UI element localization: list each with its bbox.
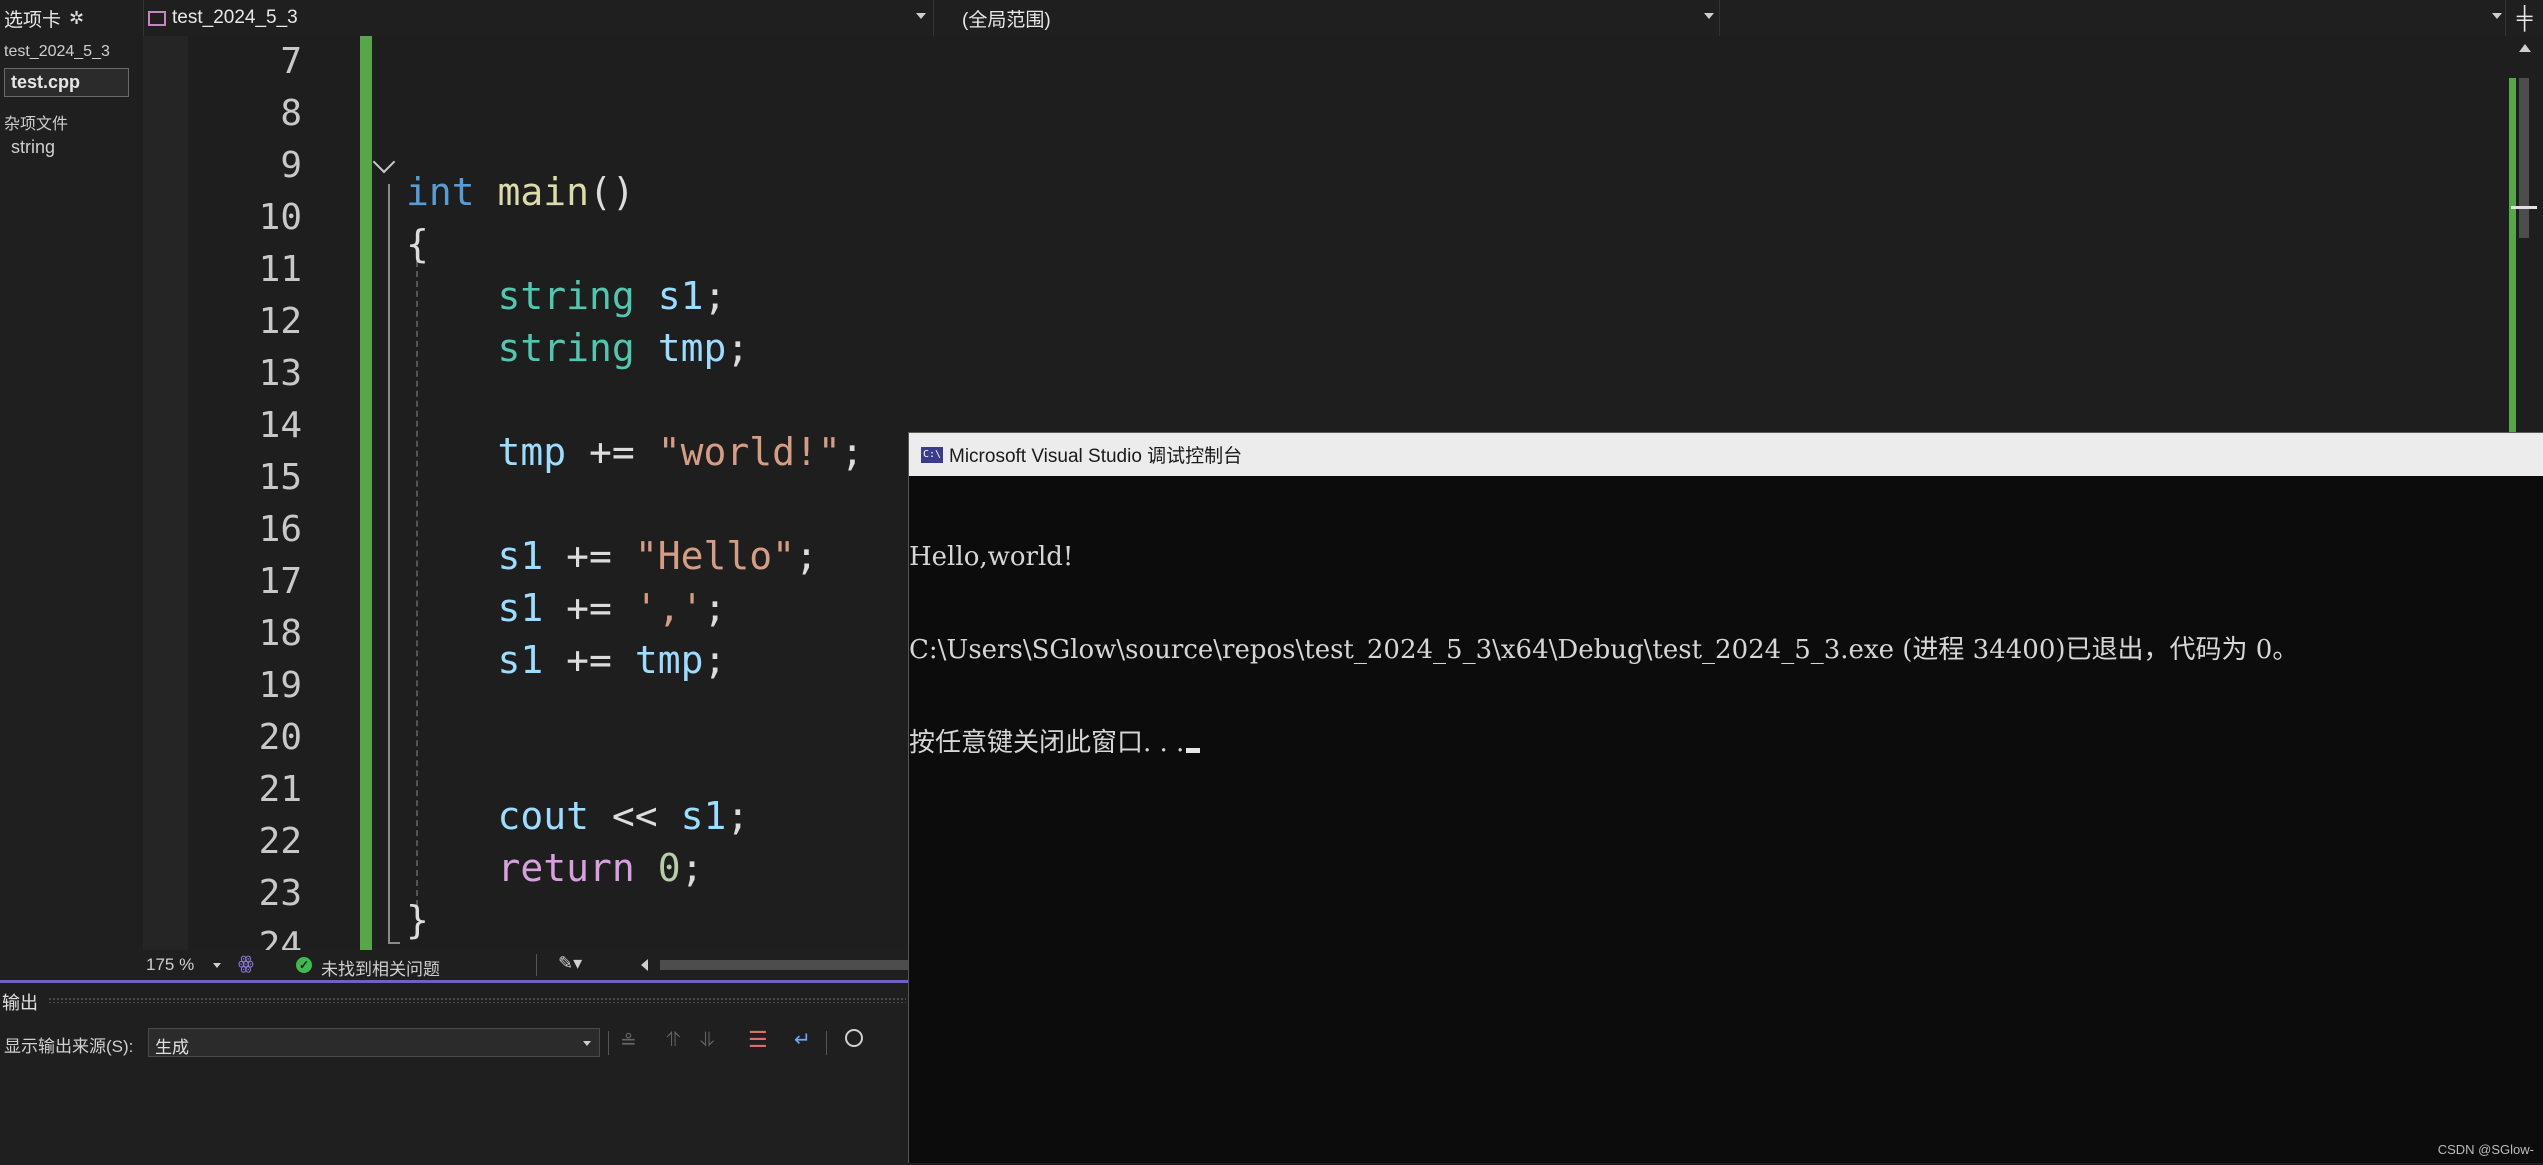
line-number: 8 [280,93,302,134]
split-window-icon[interactable]: ╪ [2505,0,2543,36]
line-number: 22 [258,821,302,862]
scope-dropdown[interactable]: (全局范围) [933,0,1719,36]
console-line: C:\Users\SGlow\source\repos\test_2024_5_… [909,635,2299,665]
issues-status[interactable]: 未找到相关问题 [321,955,440,980]
previous-message-icon: ⥣ [666,1029,681,1051]
tab-test-cpp-label: test.cpp [11,72,81,92]
scroll-thumb[interactable] [2519,78,2529,238]
code-line: { [406,222,429,266]
code-line: s1 += ','; [497,586,727,630]
editor-status-row: 175 % ꙮ ✓ 未找到相关问题 ✎▾ [0,950,910,980]
console-title-bar[interactable]: C:\ Microsoft Visual Studio 调试控制台 [909,433,2543,476]
scope-dropdown-value: (全局范围) [962,9,1051,31]
console-line: Hello,world! [909,542,1074,572]
change-tracking-bar [360,36,372,950]
toolbar-divider [608,1031,609,1055]
chevron-down-icon [212,963,221,969]
gear-icon[interactable]: ✲ [69,8,84,29]
tab-test-cpp[interactable]: test.cpp [4,68,129,97]
line-number: 15 [258,457,302,498]
output-source-value: 生成 [155,1038,189,1057]
cleanup-brush-icon[interactable]: ✎▾ [558,953,582,974]
watermark: CSDN @SGlow- [2437,1142,2534,1157]
scroll-change-marker [2509,78,2516,473]
code-line: string s1; [497,274,727,318]
code-line: cout << s1; [497,794,750,838]
project-dropdown-value: test_2024_5_3 [172,7,298,28]
line-number: 21 [258,769,302,810]
scroll-position-marker [2511,206,2537,209]
line-number: 20 [258,717,302,758]
console-title: Microsoft Visual Studio 调试控制台 [949,446,1243,467]
code-line: tmp += "world!"; [497,430,864,474]
editor-margin [143,36,188,950]
chevron-down-icon [583,1041,591,1046]
collapse-chevron-icon[interactable] [372,150,396,174]
chevron-down-icon [1704,13,1714,19]
line-number: 10 [258,197,302,238]
scroll-left-icon[interactable] [641,959,648,971]
output-source-label: 显示输出来源(S): [4,1037,134,1056]
tab-group-misc: 杂项文件 [4,116,69,133]
code-line: s1 += tmp; [497,638,727,682]
line-number: 14 [258,405,302,446]
tabs-header: 选项卡 ✲ [0,0,143,36]
check-circle-icon: ✓ [296,957,312,973]
project-icon [148,10,166,26]
status-divider [536,954,537,976]
line-number: 16 [258,509,302,550]
line-number: 13 [258,353,302,394]
clock-icon[interactable] [845,1029,863,1047]
line-number: 23 [258,873,302,914]
tabs-label: 选项卡 [4,9,62,31]
code-line: int main() [406,170,635,214]
horizontal-scroll-thumb[interactable] [660,960,910,970]
line-number: 24 [258,925,302,950]
console-line: 按任意键关闭此窗口. . . [909,728,1185,758]
go-to-message-icon: ≗ [620,1031,637,1053]
tabs-panel: test_2024_5_3 test.cpp 杂项文件 string [0,36,143,950]
output-panel-title: 输出 [2,993,38,1013]
line-number: 12 [258,301,302,342]
output-source-dropdown[interactable]: 生成 [148,1028,600,1057]
chevron-down-icon [2492,13,2502,19]
debug-console-window[interactable]: C:\ Microsoft Visual Studio 调试控制台 Hello,… [908,432,2543,1163]
zoom-dropdown[interactable]: 175 % [146,955,221,975]
code-line: string tmp; [497,326,750,370]
console-app-icon: C:\ [921,446,943,463]
code-line: s1 += "Hello"; [497,534,818,578]
fold-guide [388,184,400,944]
panel-grip[interactable] [48,997,906,1003]
console-output: Hello,world! C:\Users\SGlow\source\repos… [909,476,2543,821]
next-message-icon: ⥥ [700,1029,715,1051]
line-number: 9 [280,145,302,186]
tab-string[interactable]: string [11,137,55,158]
code-line: } [406,898,429,942]
text-cursor [1186,748,1201,753]
word-wrap-icon[interactable]: ↵ [794,1027,811,1052]
chevron-down-icon [916,13,926,19]
console-line-prompt: 按任意键关闭此窗口. . . [909,728,2543,759]
scroll-up-icon[interactable] [2519,44,2531,52]
toolbar-divider [826,1031,827,1055]
line-number: 17 [258,561,302,602]
line-number: 7 [280,41,302,82]
copilot-icon[interactable]: ꙮ [238,953,254,974]
line-number: 19 [258,665,302,706]
zoom-value: 175 % [146,955,195,974]
tab-group-project[interactable]: test_2024_5_3 [4,43,110,61]
line-number: 18 [258,613,302,654]
member-dropdown[interactable] [1719,0,2505,36]
output-panel: 输出 显示输出来源(S): 生成 ≗ ⥣ ⥥ ☰ ↵ [0,980,910,1165]
project-dropdown[interactable]: test_2024_5_3 [143,0,933,36]
navigation-bar: 选项卡 ✲ test_2024_5_3 (全局范围) ╪ [0,0,2543,37]
code-line: return 0; [497,846,704,890]
line-number: 11 [258,249,302,290]
clear-all-icon[interactable]: ☰ [748,1027,768,1053]
